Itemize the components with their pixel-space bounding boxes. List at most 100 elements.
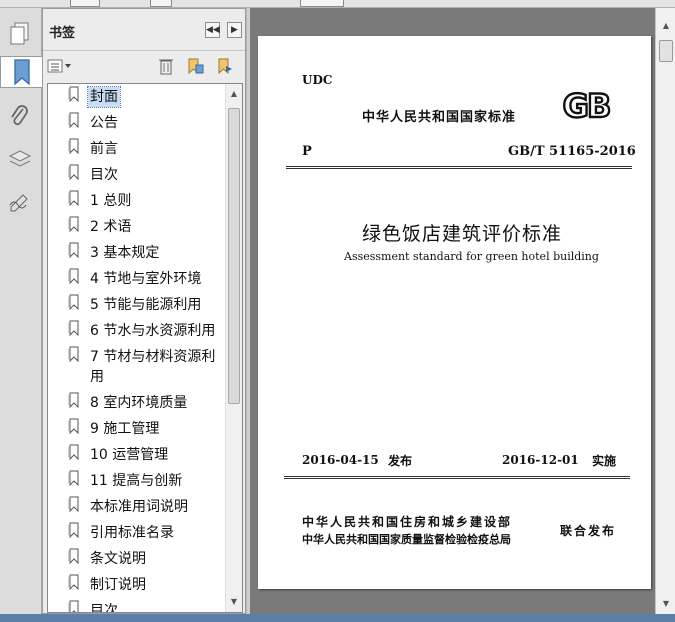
bookmark-icon <box>68 242 79 258</box>
bookmark-icon <box>68 444 79 460</box>
bookmark-label: 1 总则 <box>90 193 132 209</box>
bookmark-label: 目次 <box>90 167 118 183</box>
layers-icon[interactable] <box>4 144 36 176</box>
date-rule <box>284 476 630 479</box>
bookmark-icon <box>68 600 79 612</box>
issue-date: 2016-04-15 <box>302 453 379 467</box>
bookmark-item[interactable]: 目次 <box>48 162 226 188</box>
issuer-2: 中华人民共和国国家质量监督检验检疫总局 <box>302 533 511 546</box>
issue-label: 发布 <box>388 454 413 468</box>
signatures-icon[interactable] <box>4 186 36 218</box>
header-org: 中华人民共和国国家标准 <box>362 110 517 125</box>
pages-icon[interactable] <box>4 18 36 50</box>
delete-bookmark-icon[interactable] <box>157 57 175 75</box>
bookmark-label: 7 节材与材料资源利用 <box>90 349 216 385</box>
bookmark-tree: 封面公告前言目次 1 总则 2 术语 3 基本规定 4 节地与室外环境 5 节能与能源利用… <box>47 83 243 613</box>
scroll-up-arrow[interactable]: ▲ <box>226 86 242 102</box>
gb-logo-text: GB <box>563 88 610 124</box>
bookmark-item[interactable]: 7 节材与材料资源利用 <box>48 344 226 390</box>
bookmark-list: 封面公告前言目次 1 总则 2 术语 3 基本规定 4 节地与室外环境 5 节能与能源利用… <box>48 84 226 612</box>
bookmark-item[interactable]: 6 节水与水资源利用 <box>48 318 226 344</box>
bookmark-icon <box>68 86 79 102</box>
bookmark-icon <box>68 496 79 512</box>
effective-date: 2016-12-01 <box>502 453 579 467</box>
bookmark-icon <box>68 112 79 128</box>
bookmark-toolbar <box>43 52 245 80</box>
bookmark-icon <box>68 470 79 486</box>
bookmark-icon <box>68 190 79 206</box>
document-scrollbar[interactable]: ▲ ▼ <box>655 8 675 614</box>
top-toolbar <box>0 0 675 8</box>
bookmark-icon <box>68 268 79 284</box>
bookmark-icon <box>68 522 79 538</box>
zoom-field[interactable] <box>300 0 344 7</box>
bookmark-label: 4 节地与室外环境 <box>90 271 202 287</box>
bookmark-item[interactable]: 封面 <box>48 84 226 110</box>
bookmarks-icon[interactable] <box>0 56 42 88</box>
bookmark-label: 11 提高与创新 <box>90 473 183 489</box>
bookmark-label: 8 室内环境质量 <box>90 395 188 411</box>
title-cn: 绿色饭店建筑评价标准 <box>362 223 563 245</box>
bookmark-item[interactable]: 1 总则 <box>48 188 226 214</box>
scroll-thumb[interactable] <box>228 108 240 404</box>
bookmark-item[interactable]: 4 节地与室外环境 <box>48 266 226 292</box>
effective-label: 实施 <box>592 454 617 468</box>
joint-label: 联合发布 <box>560 524 617 538</box>
bookmark-icon <box>68 418 79 434</box>
bookmarks-panel: 书签 ◀◀ ▶ 封面公告前言目次 1 总则 2 术语 3 基本规定 4 节地与室外环境 5… <box>42 8 246 614</box>
new-bookmark-icon[interactable] <box>185 57 205 75</box>
bookmark-label: 条文说明 <box>90 551 146 567</box>
collapse-panel-button[interactable]: ◀◀ <box>205 22 220 38</box>
doc-scroll-up-arrow[interactable]: ▲ <box>658 18 674 34</box>
bookmark-icon <box>68 320 79 336</box>
bookmark-item[interactable]: 11 提高与创新 <box>48 468 226 494</box>
header-rule <box>286 166 632 169</box>
scroll-down-arrow[interactable]: ▼ <box>226 594 242 610</box>
standard-number: GB/T 51165-2016 <box>508 144 636 159</box>
bookmark-label: 6 节水与水资源利用 <box>90 323 216 339</box>
bookmark-item[interactable]: 引用标准名录 <box>48 520 226 546</box>
doc-scroll-down-arrow[interactable]: ▼ <box>658 596 674 612</box>
bookmark-item[interactable]: 9 施工管理 <box>48 416 226 442</box>
attachments-icon[interactable] <box>4 102 36 134</box>
bookmark-icon <box>68 164 79 180</box>
bookmark-label: 引用标准名录 <box>90 525 174 541</box>
bookmark-item[interactable]: 8 室内环境质量 <box>48 390 226 416</box>
bookmark-label: 10 运营管理 <box>90 447 169 463</box>
bookmark-scrollbar[interactable]: ▲ ▼ <box>225 84 242 612</box>
bookmark-item[interactable]: 本标准用词说明 <box>48 494 226 520</box>
bookmark-icon <box>68 216 79 232</box>
bookmark-label: 5 节能与能源利用 <box>90 297 202 313</box>
bookmark-item[interactable]: 5 节能与能源利用 <box>48 292 226 318</box>
close-panel-button[interactable]: ▶ <box>227 22 242 38</box>
document-view: UDC 中华人民共和国国家标准 GB P GB/T 51165-2016 绿色饭… <box>250 8 655 614</box>
panel-title: 书签 <box>49 26 76 41</box>
options-menu-icon[interactable] <box>47 57 73 75</box>
bookmark-label: 3 基本规定 <box>90 245 160 261</box>
bookmark-icon <box>68 548 79 564</box>
bookmark-label: 封面 <box>87 86 121 108</box>
bookmark-item[interactable]: 前言 <box>48 136 226 162</box>
bookmark-item[interactable]: 公告 <box>48 110 226 136</box>
bookmark-icon <box>68 392 79 408</box>
panel-header: 书签 ◀◀ ▶ <box>43 9 245 51</box>
bookmark-item[interactable]: 10 运营管理 <box>48 442 226 468</box>
bookmark-icon <box>68 574 79 590</box>
taskbar-strip <box>0 614 675 622</box>
bookmark-icon <box>68 294 79 310</box>
bookmark-item[interactable]: 制订说明 <box>48 572 226 598</box>
bookmark-label: 2 术语 <box>90 219 132 235</box>
bookmark-label: 前言 <box>90 141 118 157</box>
bookmark-label: 公告 <box>90 115 118 131</box>
expand-bookmark-icon[interactable] <box>215 57 235 75</box>
toolbar-button[interactable] <box>150 0 172 7</box>
doc-scroll-thumb[interactable] <box>659 40 673 62</box>
bookmark-item[interactable]: 2 术语 <box>48 214 226 240</box>
bookmark-item[interactable]: 目次 <box>48 598 226 612</box>
toolbar-field[interactable] <box>70 0 100 7</box>
category-label: P <box>302 144 312 159</box>
document-page: UDC 中华人民共和国国家标准 GB P GB/T 51165-2016 绿色饭… <box>258 36 651 589</box>
bookmark-item[interactable]: 条文说明 <box>48 546 226 572</box>
bookmark-label: 制订说明 <box>90 577 146 593</box>
bookmark-item[interactable]: 3 基本规定 <box>48 240 226 266</box>
